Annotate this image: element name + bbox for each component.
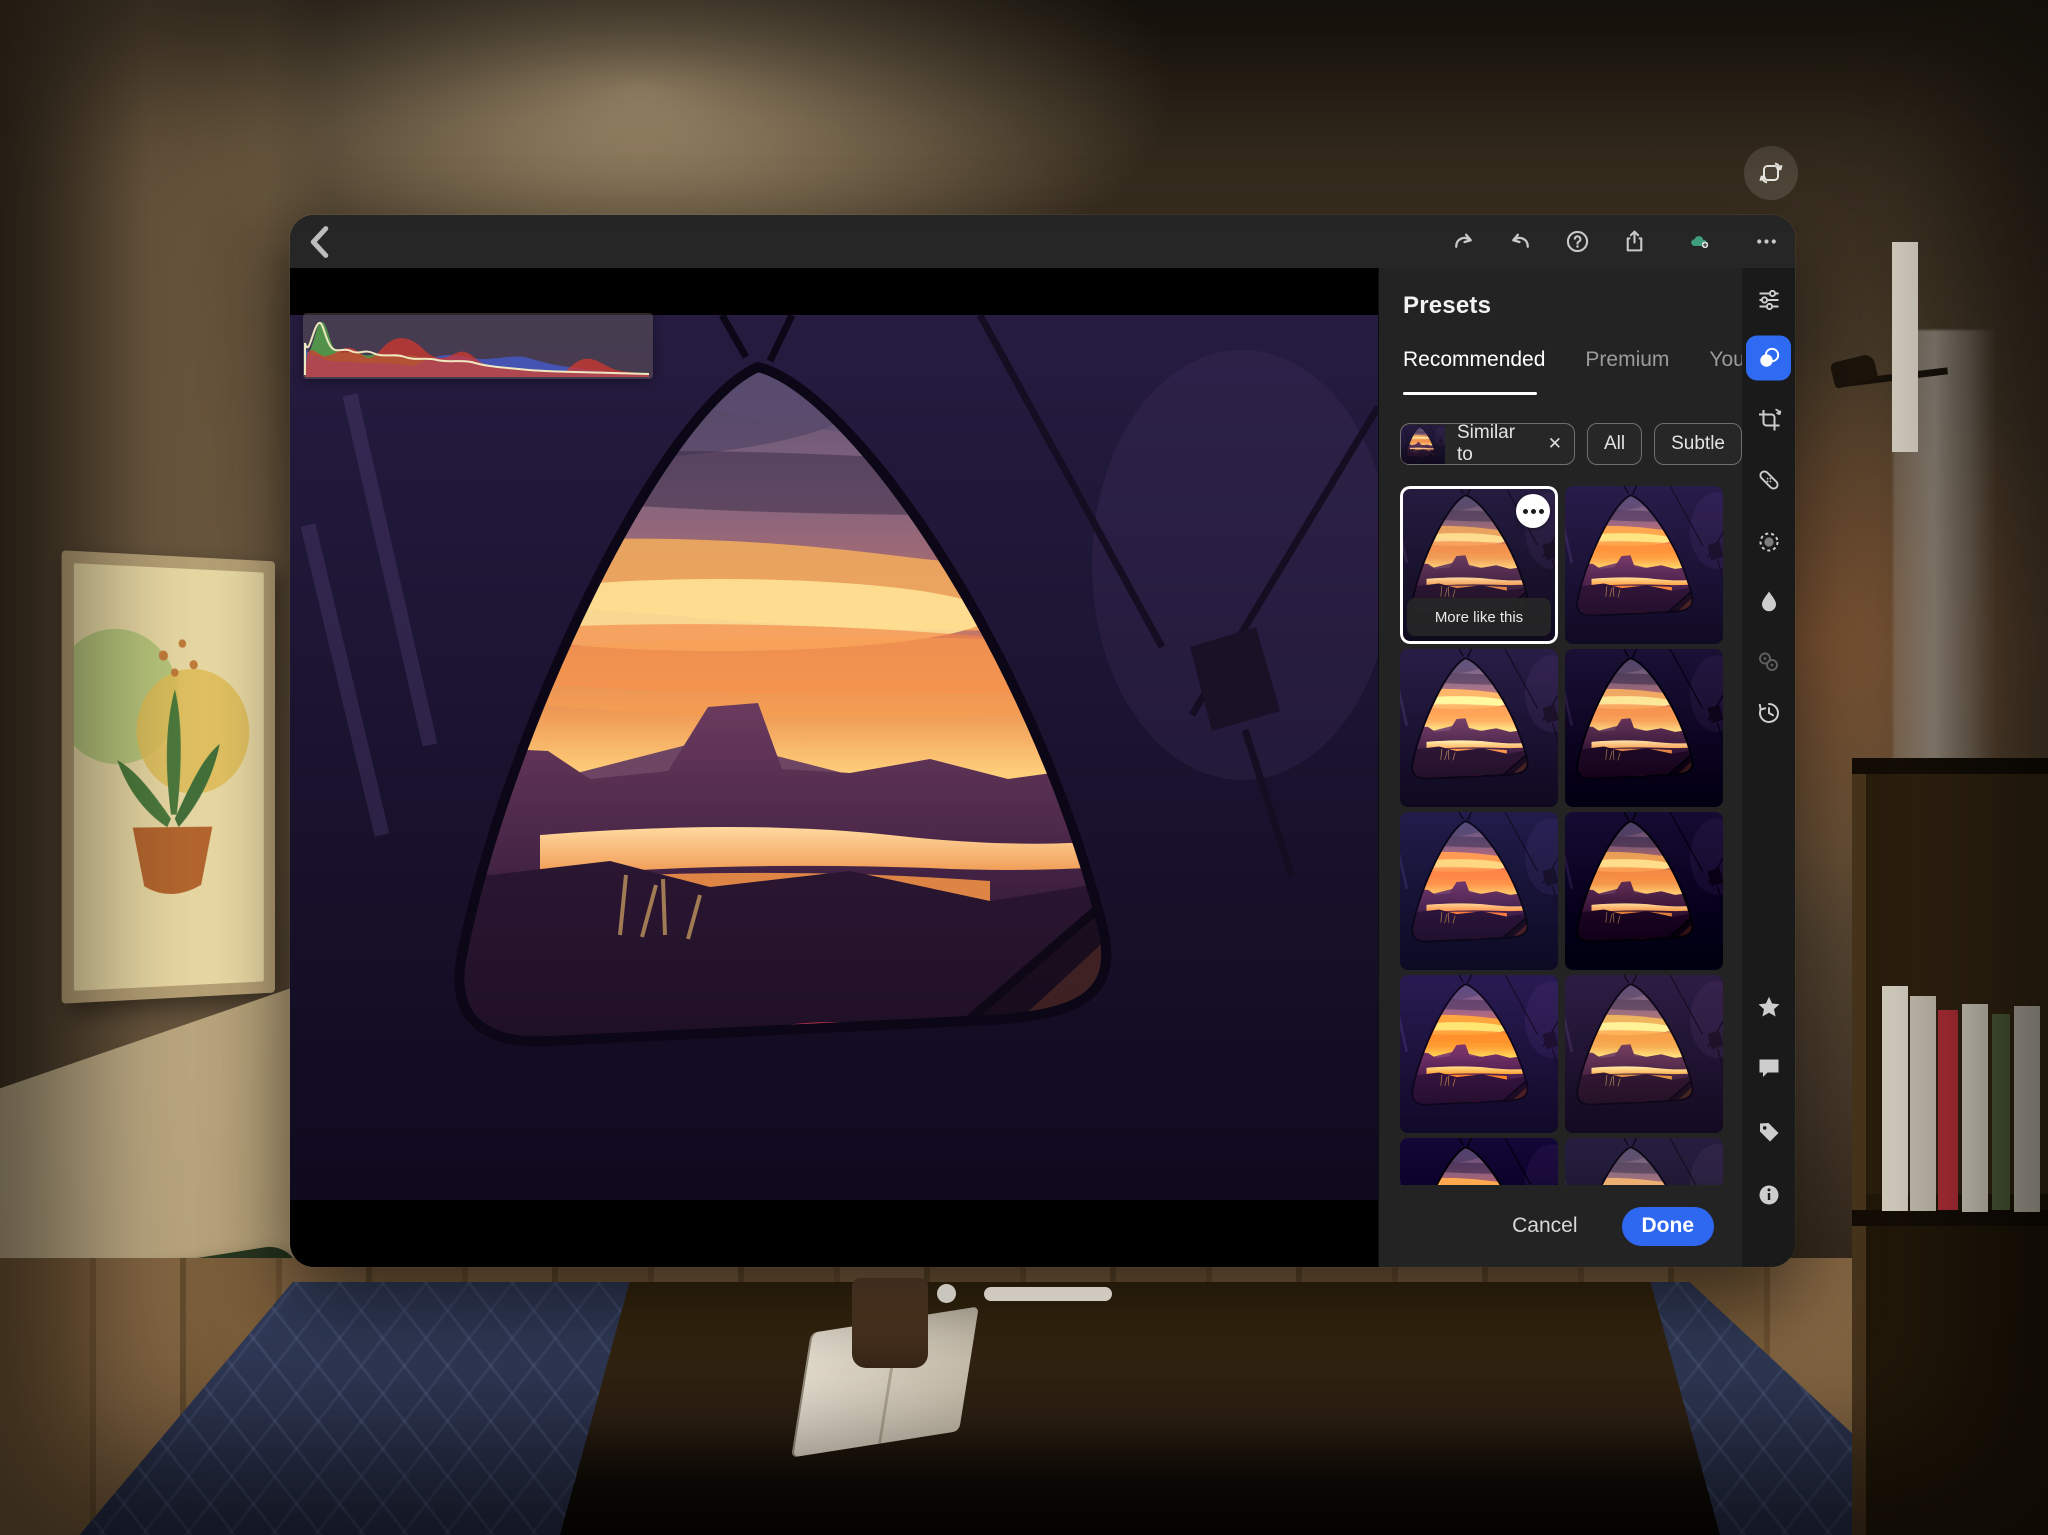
tab-yours[interactable]: Yours (1709, 348, 1742, 372)
rgb-histogram (303, 313, 653, 379)
tab-recommended[interactable]: Recommended (1403, 348, 1545, 372)
panel-title: Presets (1403, 292, 1491, 320)
more-like-this-tooltip[interactable]: More like this (1407, 598, 1551, 636)
similar-to-label: Similar to (1445, 422, 1546, 466)
rotate-orientation-icon (1758, 160, 1784, 186)
ellipsis-icon (1754, 229, 1779, 254)
bookshelf (1852, 758, 2048, 1535)
window-controls (0, 1284, 2048, 1303)
preset-preview-image (1565, 486, 1723, 644)
preset-preview-image (1400, 1138, 1558, 1185)
preset-thumbnail[interactable] (1565, 649, 1723, 807)
preset-thumbnail[interactable] (1565, 1138, 1723, 1185)
histogram-panel[interactable] (303, 313, 653, 379)
crop-icon (1755, 407, 1782, 434)
heal-button[interactable] (1755, 467, 1782, 494)
done-button[interactable]: Done (1622, 1207, 1715, 1246)
wall-art-plant-illustration (74, 563, 264, 991)
toolbar-actions (1450, 229, 1779, 255)
preset-preview-image (1400, 812, 1558, 970)
back-button[interactable] (298, 219, 344, 265)
cancel-button[interactable]: Cancel (1512, 1214, 1577, 1238)
edit-sliders-button[interactable] (1755, 287, 1782, 314)
preset-preview-image (1565, 812, 1723, 970)
keywords-button[interactable] (1755, 1119, 1782, 1146)
versions-history-button[interactable] (1755, 700, 1782, 727)
rotate-orientation-button[interactable] (1744, 146, 1798, 200)
star-icon (1755, 994, 1782, 1021)
preset-thumbnail[interactable] (1400, 975, 1558, 1133)
redo-arrow-icon (1451, 229, 1476, 254)
presets-circles-icon (1755, 345, 1782, 372)
photo-canvas[interactable] (290, 268, 1378, 1267)
history-clock-icon (1755, 700, 1782, 727)
preset-thumbnail[interactable] (1565, 486, 1723, 644)
remove-similar-filter-icon[interactable]: ✕ (1546, 434, 1574, 454)
chevron-left-icon (298, 219, 344, 265)
tool-rail (1742, 268, 1795, 1267)
presets-panel: Presets Recommended Premium Yours Simila… (1378, 268, 1742, 1267)
similar-to-thumbnail (1401, 425, 1445, 464)
preset-grid: More like this (1400, 486, 1723, 1185)
lightroom-window: Presets Recommended Premium Yours Simila… (290, 215, 1795, 1267)
tag-icon (1755, 1119, 1782, 1146)
rating-button[interactable] (1755, 994, 1782, 1021)
preset-thumbnail[interactable] (1400, 812, 1558, 970)
top-toolbar (290, 215, 1795, 268)
question-circle-icon (1565, 229, 1590, 254)
info-button[interactable] (1755, 1182, 1782, 1209)
chip-all-label: All (1604, 433, 1625, 455)
tab-premium[interactable]: Premium (1585, 348, 1669, 372)
optics-button[interactable] (1755, 649, 1782, 676)
filter-chip-row: Similar to ✕ All Subtle (1400, 423, 1742, 465)
cloud-sync-button[interactable] (1678, 229, 1722, 255)
chip-subtle[interactable]: Subtle (1654, 423, 1742, 465)
preset-thumbnail[interactable] (1565, 975, 1723, 1133)
crop-button[interactable] (1755, 407, 1782, 434)
help-button[interactable] (1564, 229, 1590, 255)
preset-thumbnail[interactable] (1565, 812, 1723, 970)
sliders-icon (1755, 287, 1782, 314)
preset-thumbnail[interactable] (1400, 649, 1558, 807)
heal-bandaid-icon (1755, 467, 1782, 494)
share-button[interactable] (1621, 229, 1647, 255)
info-circle-icon (1755, 1182, 1782, 1209)
coffee-table (560, 1282, 1720, 1535)
presets-tabs: Recommended Premium Yours (1403, 348, 1742, 372)
window-drag-bar[interactable] (984, 1287, 1112, 1301)
chip-all[interactable]: All (1587, 423, 1642, 465)
lens-blur-button[interactable] (1755, 589, 1782, 616)
preset-thumbnail[interactable] (1400, 1138, 1558, 1185)
wall-art-frame (62, 550, 275, 1003)
similar-to-chip[interactable]: Similar to ✕ (1400, 423, 1575, 465)
selected-tab-underline (1403, 392, 1537, 395)
optics-circles-icon (1755, 649, 1782, 676)
undo-button[interactable] (1507, 229, 1533, 255)
undo-arrow-icon (1508, 229, 1533, 254)
edited-photo (290, 315, 1378, 1200)
masking-dashed-circle-icon (1755, 529, 1782, 556)
presets-button[interactable] (1755, 345, 1782, 372)
masking-button[interactable] (1755, 529, 1782, 556)
preset-preview-image (1565, 975, 1723, 1133)
preset-preview-image (1565, 1138, 1723, 1185)
chip-subtle-label: Subtle (1671, 433, 1725, 455)
share-icon (1622, 229, 1647, 254)
preset-preview-image (1565, 649, 1723, 807)
comments-button[interactable] (1755, 1055, 1782, 1082)
preset-preview-image (1400, 649, 1558, 807)
preset-thumbnail[interactable]: More like this (1400, 486, 1558, 644)
cloud-add-icon (1688, 229, 1713, 254)
panel-footer: Cancel Done (1379, 1185, 1742, 1267)
redo-button[interactable] (1450, 229, 1476, 255)
preset-more-options-button[interactable] (1516, 494, 1550, 528)
comment-bubble-icon (1755, 1055, 1782, 1082)
water-drop-icon (1755, 589, 1782, 616)
preset-preview-image (1400, 975, 1558, 1133)
window-close-button[interactable] (937, 1284, 956, 1303)
more-options-button[interactable] (1753, 229, 1779, 255)
spatial-room-scene: Presets Recommended Premium Yours Simila… (0, 0, 2048, 1535)
